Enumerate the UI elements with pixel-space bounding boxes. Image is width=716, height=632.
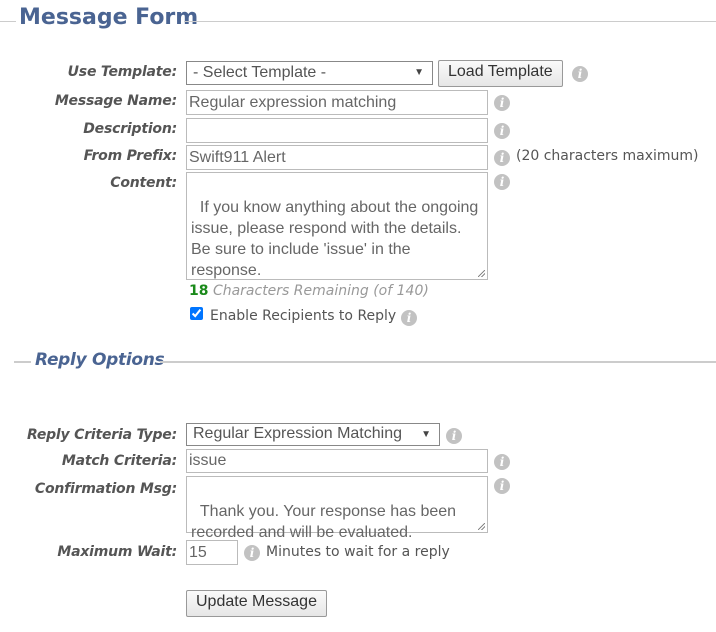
message-name-label: Message Name: <box>54 93 177 109</box>
reply-options-section: Reply Options <box>0 350 716 370</box>
maximum-wait-label: Maximum Wait: <box>57 544 177 560</box>
confirmation-textarea[interactable]: Thank you. Your response has been record… <box>186 476 488 541</box>
info-icon[interactable]: i <box>572 66 588 82</box>
remaining-count: 18 <box>189 283 209 299</box>
description-label: Description: <box>83 121 177 137</box>
message-form-section: Message Form <box>0 5 716 30</box>
update-message-button[interactable]: Update Message <box>186 590 327 617</box>
resize-grip-icon[interactable] <box>478 523 485 530</box>
load-template-button[interactable]: Load Template <box>438 60 563 87</box>
divider <box>160 361 716 363</box>
info-icon[interactable]: i <box>494 123 510 139</box>
section-title: Message Form <box>19 5 199 30</box>
resize-grip-icon[interactable] <box>478 270 485 277</box>
chevron-down-icon: ▼ <box>421 429 431 440</box>
match-criteria-input[interactable] <box>186 449 488 473</box>
confirmation-text: Thank you. Your response has been record… <box>191 503 461 541</box>
content-text: If you know anything about the ongoing i… <box>191 199 483 279</box>
section-title: Reply Options <box>35 350 165 370</box>
reply-criteria-type-label: Reply Criteria Type: <box>26 427 177 443</box>
template-select[interactable]: - Select Template - ▼ <box>186 61 433 85</box>
description-input[interactable] <box>186 118 488 143</box>
use-template-label: Use Template: <box>67 64 178 80</box>
info-icon[interactable]: i <box>494 174 510 190</box>
info-icon[interactable]: i <box>244 545 260 561</box>
info-icon[interactable]: i <box>494 454 510 470</box>
divider <box>0 21 16 22</box>
info-icon[interactable]: i <box>494 95 510 111</box>
divider <box>184 21 716 22</box>
info-icon[interactable]: i <box>401 310 417 326</box>
template-select-value: - Select Template - <box>193 64 327 81</box>
from-prefix-label: From Prefix: <box>83 148 178 164</box>
content-label: Content: <box>110 175 177 191</box>
remaining-text: Characters Remaining (of 140) <box>212 283 429 299</box>
divider <box>14 361 31 363</box>
match-criteria-label: Match Criteria: <box>61 453 177 469</box>
info-icon[interactable]: i <box>494 150 510 166</box>
reply-criteria-value: Regular Expression Matching <box>193 425 402 442</box>
enable-reply-checkbox[interactable] <box>190 307 203 320</box>
from-prefix-input[interactable] <box>186 145 488 170</box>
info-icon[interactable]: i <box>446 428 462 444</box>
maximum-wait-note: Minutes to wait for a reply <box>266 544 450 560</box>
from-prefix-note: (20 characters maximum) <box>516 148 699 164</box>
reply-criteria-select[interactable]: Regular Expression Matching ▼ <box>186 423 440 446</box>
enable-reply-label[interactable]: Enable Recipients to Reply <box>210 308 396 324</box>
maximum-wait-input[interactable] <box>186 540 238 565</box>
info-icon[interactable]: i <box>494 478 510 494</box>
message-name-input[interactable] <box>186 90 488 115</box>
confirmation-msg-label: Confirmation Msg: <box>34 481 177 497</box>
content-textarea[interactable]: If you know anything about the ongoing i… <box>186 172 488 280</box>
characters-remaining: 18 Characters Remaining (of 140) <box>189 283 429 299</box>
chevron-down-icon: ▼ <box>414 67 424 78</box>
